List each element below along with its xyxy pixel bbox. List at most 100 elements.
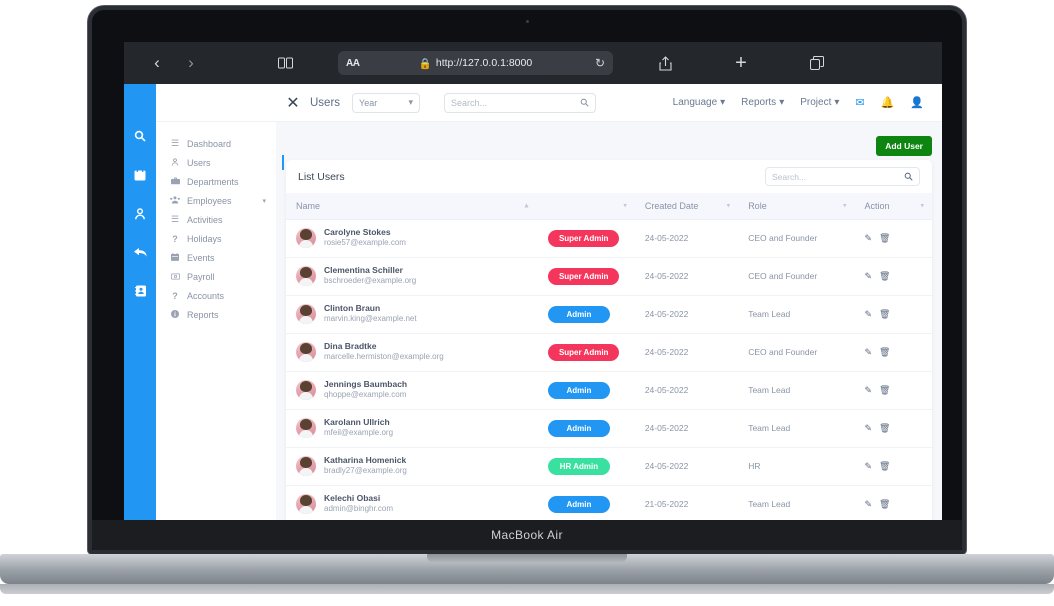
cell-role: Team Lead (738, 371, 855, 410)
sort-icon[interactable]: ▾ (843, 202, 847, 209)
sidebar-item-dashboard[interactable]: ☰ Dashboard (164, 134, 276, 153)
user-email: marvin.king@example.net (324, 314, 417, 324)
period-select[interactable]: Year ▾ (352, 92, 421, 113)
chevron-down-icon: ▾ (834, 97, 840, 108)
rail-item-reply[interactable] (133, 247, 147, 258)
sidebar-item-users[interactable]: Users (164, 153, 284, 172)
search-icon[interactable] (580, 94, 589, 112)
status-badge: Admin (547, 381, 610, 399)
icon-rail (124, 84, 156, 528)
topbar-search[interactable] (444, 92, 597, 113)
pencil-icon[interactable]: ✎ (864, 461, 872, 472)
webcam-dot (525, 20, 529, 23)
column-header-badge[interactable]: ▾ (537, 193, 635, 220)
add-user-button[interactable]: Add User (876, 136, 932, 156)
cell-badge: Admin (537, 295, 635, 334)
cell-badge: Super Admin (537, 219, 635, 258)
trash-icon[interactable]: 🗑 (879, 423, 890, 434)
pencil-icon[interactable]: ✎ (864, 271, 872, 282)
sort-asc-icon[interactable]: ▲ (523, 202, 530, 209)
laptop-lid: ‹ › AA 🔒 http://127.0.0.1:8000 ↻ + ✕ Use… (88, 6, 966, 554)
topbar-link-project[interactable]: Project ▾ (800, 97, 839, 108)
chevron-down-icon[interactable]: ▾ (262, 197, 266, 205)
search-icon[interactable] (904, 168, 913, 186)
table-row[interactable]: Jennings Baumbach qhoppe@example.com Admin… (286, 371, 932, 410)
pencil-icon[interactable]: ✎ (864, 423, 872, 434)
cell-role: CEO and Founder (738, 333, 855, 372)
status-badge: HR Admin (547, 457, 610, 475)
user-name: Carolyne Stokes (324, 226, 391, 237)
sidebar-item-employees[interactable]: Employees ▾ (164, 191, 276, 210)
book-icon[interactable] (268, 50, 302, 76)
share-icon[interactable] (643, 50, 687, 76)
tabs-icon[interactable] (795, 50, 839, 76)
pencil-icon[interactable]: ✎ (864, 499, 872, 510)
rail-item-contacts[interactable] (134, 285, 146, 297)
sort-icon[interactable]: ▾ (623, 202, 627, 209)
column-header-created-date[interactable]: Created Date ▾ (634, 193, 739, 220)
rail-item-search[interactable] (134, 130, 146, 142)
column-header-name[interactable]: Name ▲ (286, 193, 538, 220)
table-row[interactable]: Clinton Braun marvin.king@example.net Admi… (286, 295, 932, 334)
column-header-role[interactable]: Role ▾ (738, 193, 855, 220)
table-row[interactable]: Karolann Ullrich mfeil@example.org Admin 24… (286, 409, 932, 448)
cell-badge: Admin (537, 485, 635, 524)
trash-icon[interactable]: 🗑 (879, 271, 890, 282)
sidebar-item-reports[interactable]: Reports (164, 305, 276, 324)
trash-icon[interactable]: 🗑 (879, 461, 890, 472)
user-account-icon[interactable]: 👤 (910, 96, 924, 109)
user-name: Clementina Schiller (324, 264, 403, 275)
pencil-icon[interactable]: ✎ (864, 347, 872, 358)
table-scroll-area[interactable]: Name ▲ ▾ Created Date ▾ Role ▾ Action ▾ … (286, 193, 932, 528)
column-header-action[interactable]: Action ▾ (854, 193, 932, 220)
sidebar-item-holidays[interactable]: ? Holidays (164, 229, 276, 248)
table-row[interactable]: Katharina Homenick bradly27@example.org HR… (286, 447, 932, 486)
sidebar-item-payroll[interactable]: Payroll (164, 267, 276, 286)
plus-icon[interactable]: + (719, 50, 763, 76)
sidebar-item-departments[interactable]: Departments (164, 172, 276, 191)
url-text-wrap: 🔒 http://127.0.0.1:8000 (338, 57, 613, 70)
sidebar-item-activities[interactable]: ☰ Activities (164, 210, 276, 229)
sidebar-item-events[interactable]: Events (164, 248, 276, 267)
cell-action: ✎ 🗑 (854, 485, 932, 524)
pencil-icon[interactable]: ✎ (864, 385, 872, 396)
device-label: MacBook Air (491, 528, 563, 542)
trash-icon[interactable]: 🗑 (879, 347, 890, 358)
trash-icon[interactable]: 🗑 (879, 385, 890, 396)
forward-button[interactable]: › (174, 50, 208, 76)
pencil-icon[interactable]: ✎ (864, 309, 872, 320)
trash-icon[interactable]: 🗑 (879, 309, 890, 320)
pencil-icon[interactable]: ✎ (864, 233, 872, 244)
topbar-link-reports[interactable]: Reports ▾ (741, 97, 784, 108)
trash-icon[interactable]: 🗑 (879, 499, 890, 510)
table-row[interactable]: Dina Bradtke marcelle.hermiston@example.o… (286, 333, 932, 372)
table-search[interactable] (765, 167, 920, 186)
envelope-icon[interactable]: ✉ (855, 96, 864, 109)
table-search-input[interactable] (772, 171, 897, 182)
table-row[interactable]: Kelechi Obasi admin@binghr.com Admin 21-05-… (286, 485, 932, 524)
back-button[interactable]: ‹ (140, 50, 174, 76)
sort-icon[interactable]: ▾ (727, 202, 731, 209)
trash-icon[interactable]: 🗑 (879, 233, 890, 244)
avatar (296, 265, 316, 286)
sidebar-item-accounts[interactable]: ? Accounts (164, 286, 276, 305)
bell-icon[interactable]: 🔔 (881, 96, 895, 109)
sort-icon[interactable]: ▾ (920, 202, 924, 209)
topbar-link-language[interactable]: Language ▾ (673, 97, 726, 108)
address-bar[interactable]: AA 🔒 http://127.0.0.1:8000 ↻ (338, 51, 613, 75)
status-badge: Admin (547, 419, 610, 437)
table-row[interactable]: Clementina Schiller bschroeder@example.or… (286, 257, 932, 296)
reload-icon[interactable]: ↻ (595, 56, 605, 70)
cell-action: ✎ 🗑 (854, 295, 932, 334)
cell-action: ✎ 🗑 (854, 257, 932, 296)
search-input[interactable] (451, 97, 570, 108)
table-row[interactable]: Carolyne Stokes rosie57@example.com Super … (286, 219, 932, 258)
rail-item-calendar[interactable] (134, 169, 146, 181)
close-icon[interactable]: ✕ (276, 93, 310, 113)
user-icon (170, 157, 180, 168)
rail-item-user[interactable] (134, 208, 146, 220)
cell-role: CEO and Founder (738, 257, 855, 296)
content-column: ✕ Users Year ▾ Search... Language ▾ Repo… (156, 84, 942, 528)
user-email: mfeil@example.org (324, 428, 394, 438)
sidebar-item-label: Employees (187, 195, 232, 206)
